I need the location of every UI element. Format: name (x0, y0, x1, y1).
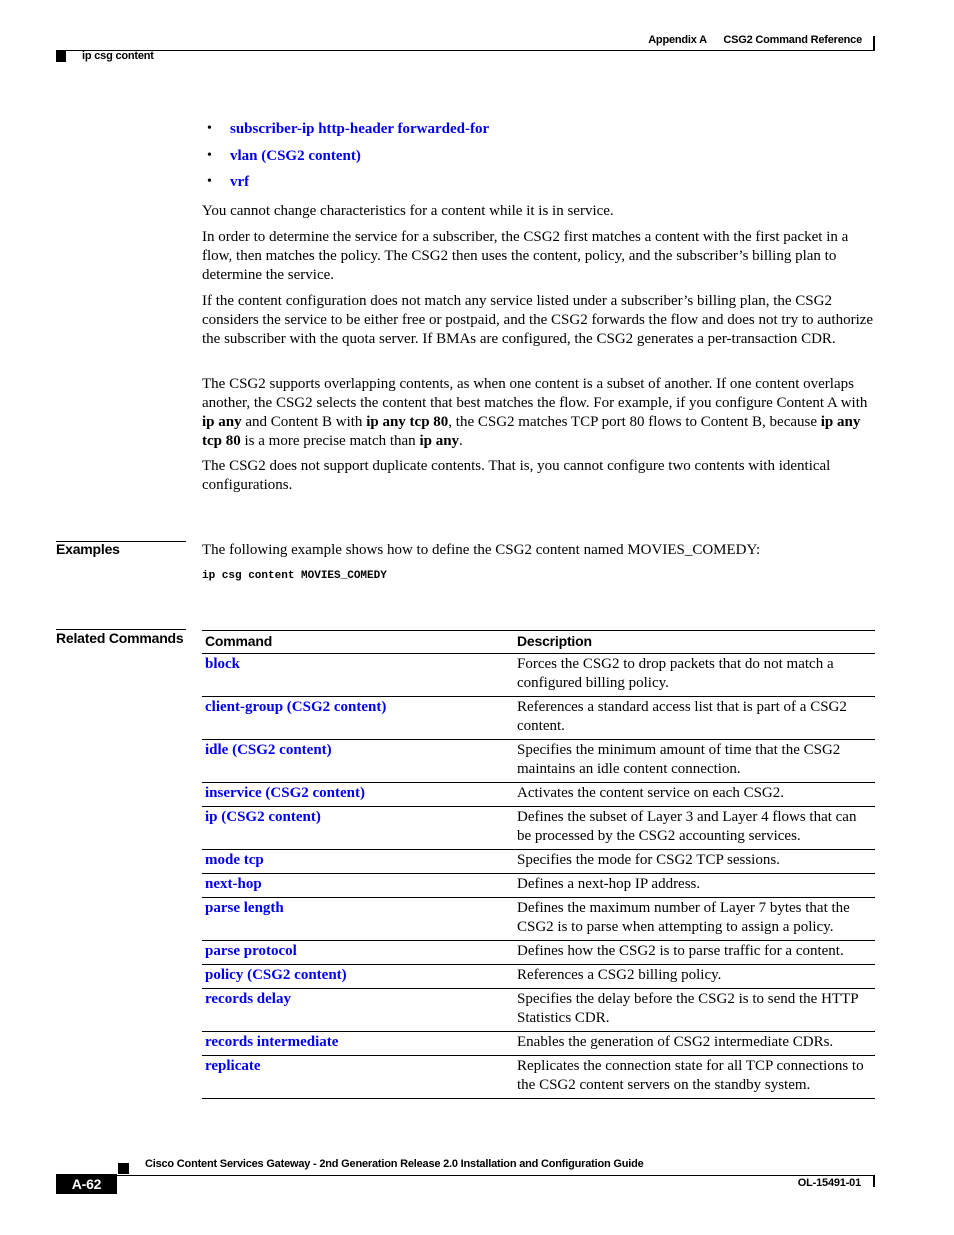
keyword: ip any (202, 414, 242, 430)
command-link[interactable]: records delay (205, 991, 291, 1007)
bullet-link[interactable]: vrf (230, 174, 249, 191)
command-link[interactable]: inservice (CSG2 content) (205, 785, 365, 801)
command-link[interactable]: client-group (CSG2 content) (205, 699, 386, 715)
table-row: replicate Replicates the connection state… (202, 1055, 875, 1099)
table-row: next-hop Defines a next-hop IP address. (202, 873, 875, 898)
bullet-item: • vrf (207, 174, 489, 201)
bullet-list: • subscriber-ip http-header forwarded-for… (207, 121, 489, 201)
table-row: parse protocol Defines how the CSG2 is to… (202, 940, 875, 965)
command-description: Defines how the CSG2 is to parse traffic… (511, 940, 875, 965)
bullet-icon: • (207, 121, 212, 136)
command-link[interactable]: idle (CSG2 content) (205, 742, 332, 758)
command-link[interactable]: parse protocol (205, 943, 297, 959)
table-row: inservice (CSG2 content) Activates the co… (202, 782, 875, 807)
bullet-icon: • (207, 174, 212, 189)
header-appendix: Appendix A (648, 34, 707, 46)
table-header-row: Command Description (202, 630, 875, 654)
keyword: ip any (419, 433, 460, 449)
header-chapter: CSG2 Command Reference (723, 34, 862, 46)
bullet-icon: • (207, 147, 212, 163)
command-link[interactable]: mode tcp (205, 852, 264, 868)
table-row: idle (CSG2 content) Specifies the minimum… (202, 739, 875, 783)
related-commands-table: Command Description block Forces the CSG2… (202, 630, 875, 1099)
table-row: policy (CSG2 content) References a CSG2 b… (202, 964, 875, 989)
table-row: records delay Specifies the delay before … (202, 988, 875, 1032)
command-link[interactable]: block (205, 656, 240, 672)
text: . (459, 433, 463, 449)
document-id: OL-15491-01 (797, 1177, 861, 1189)
command-description: Specifies the delay before the CSG2 is t… (511, 988, 875, 1032)
example-code: ip csg content MOVIES_COMEDY (202, 570, 387, 582)
footer-rule (56, 1175, 874, 1176)
paragraph-overlap: The CSG2 supports overlapping contents, … (202, 375, 874, 451)
command-description: Defines the subset of Layer 3 and Layer … (511, 806, 875, 850)
column-header-description: Description (511, 630, 875, 654)
related-heading: Related Commands (56, 630, 184, 646)
header-section-title: ip csg content (82, 50, 154, 62)
command-description: References a CSG2 billing policy. (511, 964, 875, 989)
header-marker (56, 51, 66, 62)
command-description: Replicates the connection state for all … (511, 1055, 875, 1099)
table-row: client-group (CSG2 content) References a … (202, 696, 875, 740)
table-row: block Forces the CSG2 to drop packets tha… (202, 653, 875, 697)
examples-text: The following example shows how to defin… (202, 542, 761, 558)
paragraph: In order to determine the service for a … (202, 229, 849, 283)
command-link[interactable]: next-hop (205, 876, 262, 892)
command-link[interactable]: policy (CSG2 content) (205, 967, 347, 983)
keyword: ip any tcp 80 (366, 414, 449, 430)
footer-title: Cisco Content Services Gateway - 2nd Gen… (145, 1158, 644, 1170)
command-link[interactable]: replicate (205, 1058, 261, 1074)
column-header-command: Command (202, 630, 511, 654)
table-row: ip (CSG2 content) Defines the subset of L… (202, 806, 875, 850)
command-description: Enables the generation of CSG2 intermedi… (511, 1031, 875, 1056)
text: , the CSG2 matches TCP port 80 flows to … (448, 414, 821, 430)
command-description: Specifies the minimum amount of time tha… (511, 739, 875, 783)
page-header: Appendix A CSG2 Command Reference (634, 34, 862, 46)
text: The CSG2 supports overlapping contents, … (202, 376, 868, 411)
examples-heading: Examples (56, 541, 120, 557)
command-description: Defines a next-hop IP address. (511, 873, 875, 898)
bullet-item: • vlan (CSG2 content) (207, 148, 489, 175)
paragraph: The CSG2 does not support duplicate cont… (202, 458, 831, 493)
bullet-link[interactable]: subscriber-ip http-header forwarded-for (230, 121, 489, 138)
page-number: A-62 (56, 1174, 117, 1194)
table-row: mode tcp Specifies the mode for CSG2 TCP … (202, 849, 875, 874)
command-link[interactable]: parse length (205, 900, 284, 916)
command-description: References a standard access list that i… (511, 696, 875, 740)
bullet-item: • subscriber-ip http-header forwarded-for (207, 121, 489, 148)
footer-rule-tick (873, 1175, 875, 1187)
command-link[interactable]: ip (CSG2 content) (205, 809, 321, 825)
text: and Content B with (241, 414, 367, 430)
command-link[interactable]: records intermediate (205, 1034, 338, 1050)
command-description: Forces the CSG2 to drop packets that do … (511, 653, 875, 697)
command-description: Specifies the mode for CSG2 TCP sessions… (511, 849, 875, 874)
header-rule-tick (873, 36, 875, 51)
command-description: Defines the maximum number of Layer 7 by… (511, 897, 875, 941)
bullet-link[interactable]: vlan (CSG2 content) (230, 148, 361, 165)
text: is a more precise match than (240, 433, 420, 449)
paragraph: If the content configuration does not ma… (202, 293, 874, 347)
paragraph: You cannot change characteristics for a … (202, 203, 614, 219)
table-row: records intermediate Enables the generati… (202, 1031, 875, 1056)
table-row: parse length Defines the maximum number o… (202, 897, 875, 941)
footer-marker (118, 1163, 129, 1174)
header-rule (56, 50, 874, 51)
command-description: Activates the content service on each CS… (511, 782, 875, 807)
